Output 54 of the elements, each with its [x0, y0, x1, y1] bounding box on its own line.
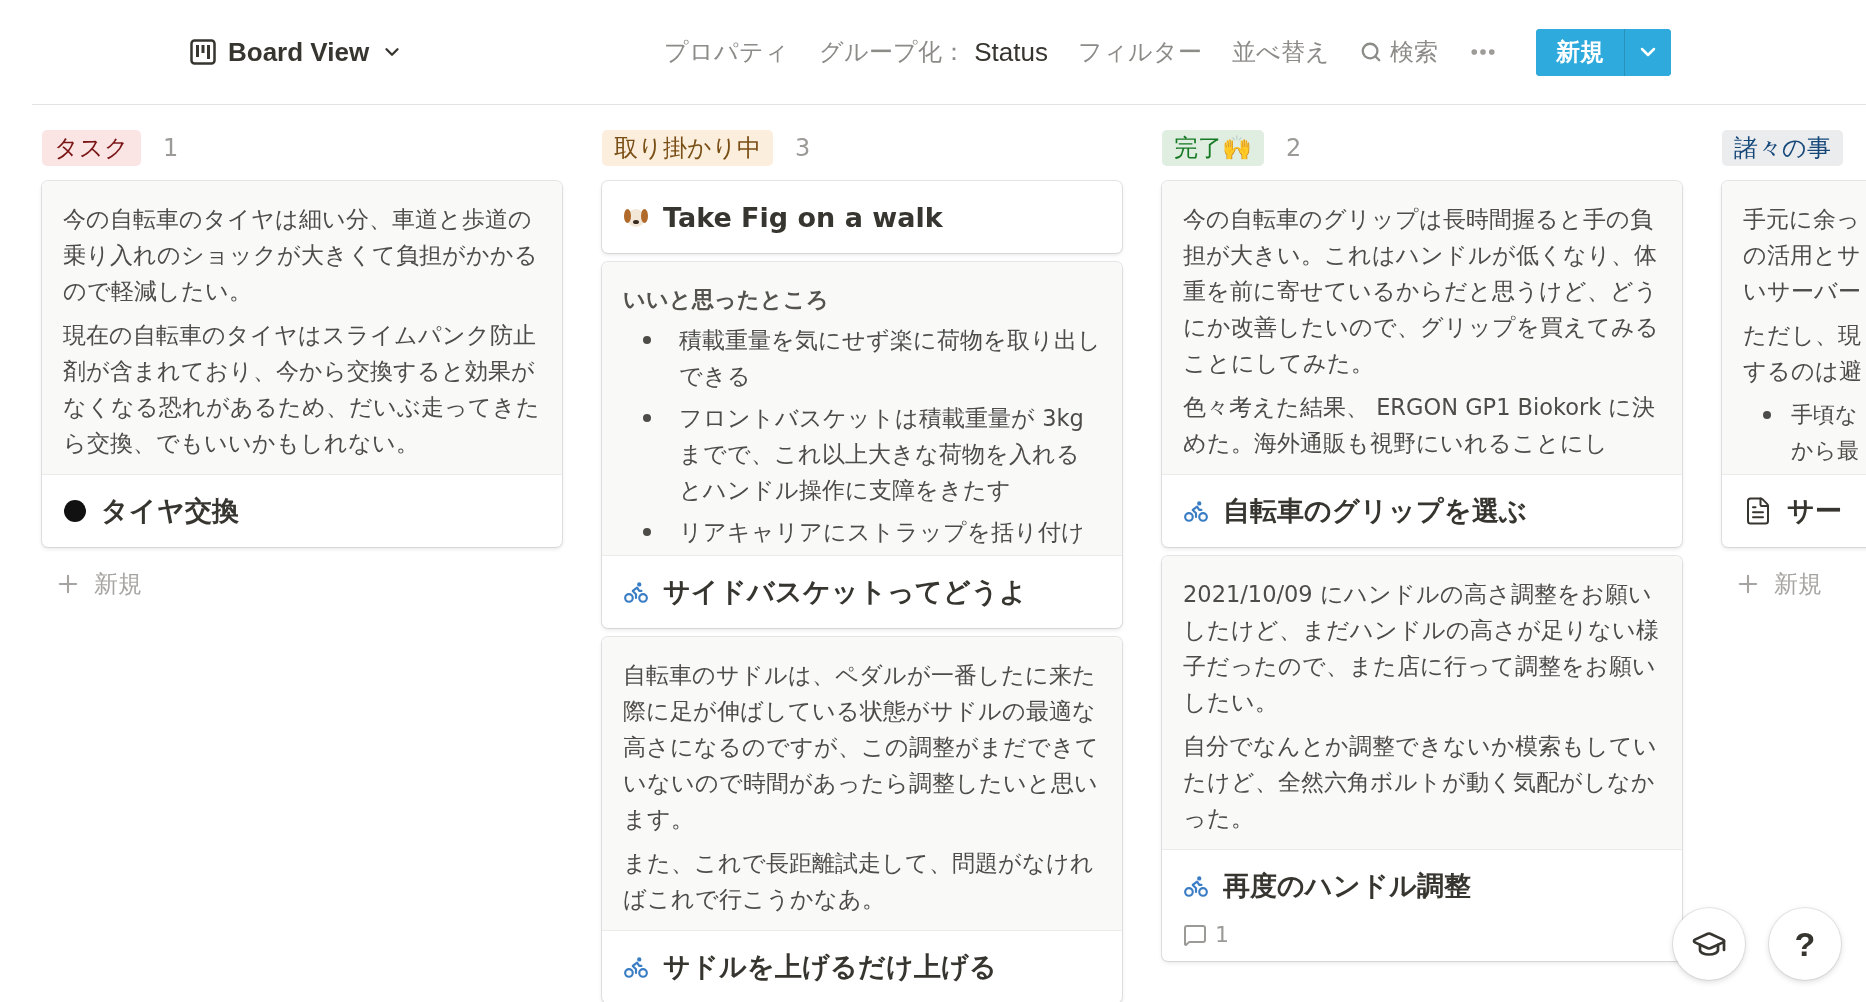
card-text: 色々考えた結果、 ERGON GP1 Biokork に決めた。海外通販も視野にいれることにし	[1183, 393, 1657, 458]
card-count: 1	[163, 134, 179, 162]
status-tag: 完了🙌	[1162, 130, 1264, 166]
comment-icon	[1183, 922, 1207, 947]
board-card[interactable]: 今の自転車のタイヤは細い分、車道と歩道の乗り入れのショックが大きくて負担がかかるので軽減したい。 現在の自転車のタイヤはスライムパンク防止剤が含まれており、今から交換すると効果がなくなる恐れがあるため、だいぶ走ってきたら交換、でもいいかもしれない。 タイヤ交換	[42, 181, 562, 547]
board-card[interactable]: Take Fig on a walk	[602, 181, 1122, 253]
bullet-text: フロントバスケットは積載重量が 3kg までで、これ以上大きな荷物を入れるとハンドル操作に支障をきたす	[679, 404, 1085, 505]
card-title: 自転車のグリップを選ぶ	[1223, 494, 1527, 528]
bullet-text: 積載重量を気にせず楽に荷物を取り出しできる	[679, 326, 1101, 391]
bicycle-icon	[1183, 873, 1209, 899]
card-heading: いいと思ったところ	[623, 286, 830, 314]
search-icon	[1360, 41, 1382, 63]
card-title: Take Fig on a walk	[663, 201, 943, 233]
card-title: タイヤ交換	[101, 494, 239, 528]
card-title: サイドバスケットってどうよ	[663, 575, 1027, 609]
card-text: 自分でなんとか調整できないか模索もしていたけど、全然六角ボルトが動く気配がしなかった。	[1183, 732, 1658, 833]
card-title: サドルを上げるだけ上げる	[663, 950, 997, 984]
board-icon	[190, 39, 216, 65]
help-button[interactable]: ?	[1769, 908, 1841, 980]
card-text: 2021/10/09 にハンドルの高さ調整をお願いしたけど、まだハンドルの高さが足りない様子だったので、また店に行って調整をお願いしたい。	[1183, 580, 1660, 717]
card-count: 2	[1286, 134, 1302, 162]
bullet-text: リアキャリアにストラップを括り付け	[679, 518, 1086, 547]
bullet-dot	[643, 414, 651, 422]
bullet-dot	[643, 528, 651, 536]
card-text: ただし、現するのは避	[1743, 321, 1863, 386]
card-text: 今の自転車のグリップは長時間握ると手の負担が大きい。これはハンドルが低くなり、体重を前に寄せているからだと思うけど、どうにか改善したいので、グリップを買えてみることにしてみた。	[1183, 205, 1660, 378]
bicycle-icon	[1183, 498, 1209, 524]
card-text: 手元に余っの活用とサいサーバー	[1743, 205, 1862, 306]
bullet-dot	[643, 336, 651, 344]
bicycle-icon	[623, 954, 649, 980]
card-title: 再度のハンドル調整	[1223, 869, 1471, 903]
tutorial-button[interactable]	[1673, 908, 1745, 980]
circle-icon	[63, 499, 87, 523]
card-count: 3	[795, 134, 811, 162]
group-by-button[interactable]: グループ化： Status	[819, 36, 1048, 68]
view-switcher[interactable]: Board View	[190, 36, 404, 68]
new-dropdown-button[interactable]	[1624, 28, 1671, 76]
status-tag: 取り掛かり中	[602, 130, 773, 166]
board-card[interactable]: 自転車のサドルは、ペダルが一番したに来た際に足が伸ばしている状態がサドルの最適な高さになるのですが、この調整がまだできていないので時間があったら調整したいと思います。 また、これで長距離試走して、問題がなければこれで行こうかなあ。 サドルを上げるだけ上げる	[602, 637, 1122, 1002]
card-text: 今の自転車のタイヤは細い分、車道と歩道の乗り入れのショックが大きくて負担がかかるので軽減したい。	[63, 205, 539, 306]
board-card[interactable]: 2021/10/09 にハンドルの高さ調整をお願いしたけど、まだハンドルの高さが足りない様子だったので、また店に行って調整をお願いしたい。 自分でなんとか調整できないか模索もしていたけど、全然六角ボルトが動く気配がしなかった。 再度のハンドル調整 1	[1162, 556, 1682, 961]
status-tag: タスク	[42, 130, 141, 166]
comment-count: 1	[1215, 922, 1229, 947]
card-text: 自転車のサドルは、ペダルが一番したに来た際に足が伸ばしている状態がサドルの最適な高さになるのですが、この調整がまだできていないので時間があったら調整したいと思います。	[623, 661, 1100, 834]
bullet-dot	[1763, 411, 1771, 419]
bicycle-icon	[623, 579, 649, 605]
board-card[interactable]: 手元に余っの活用とサいサーバー ただし、現するのは避 手頃なから最 サー	[1722, 181, 1866, 547]
card-text: また、これで長距離試走して、問題がなければこれで行こうかなあ。	[623, 849, 1095, 914]
status-tag: 諸々の事	[1722, 130, 1843, 166]
bullet-text: 手頃なから最	[1791, 401, 1860, 465]
card-title: サー	[1787, 494, 1842, 528]
board-card[interactable]: 今の自転車のグリップは長時間握ると手の負担が大きい。これはハンドルが低くなり、体重を前に寄せているからだと思うけど、どうにか改善したいので、グリップを買えてみることにしてみた。 色々考えた結果、 ERGON GP1 Biokork に決めた。海外通販も視野にいれることにし 自転車のグリップを選ぶ	[1162, 181, 1682, 547]
board-card[interactable]: いいと思ったところ 積載重量を気にせず楽に荷物を取り出しできる フロントバスケットは積載重量が 3kg までで、これ以上大きな荷物を入れるとハンドル操作に支障をきたす リアキャリアにストラップを括り付け サイドバスケットってどうよ	[602, 262, 1122, 628]
card-text: 現在の自転車のタイヤはスライムパンク防止剤が含まれており、今から交換すると効果がなくなる恐れがあるため、だいぶ走ってきたら交換、でもいいかもしれない。	[63, 321, 541, 458]
